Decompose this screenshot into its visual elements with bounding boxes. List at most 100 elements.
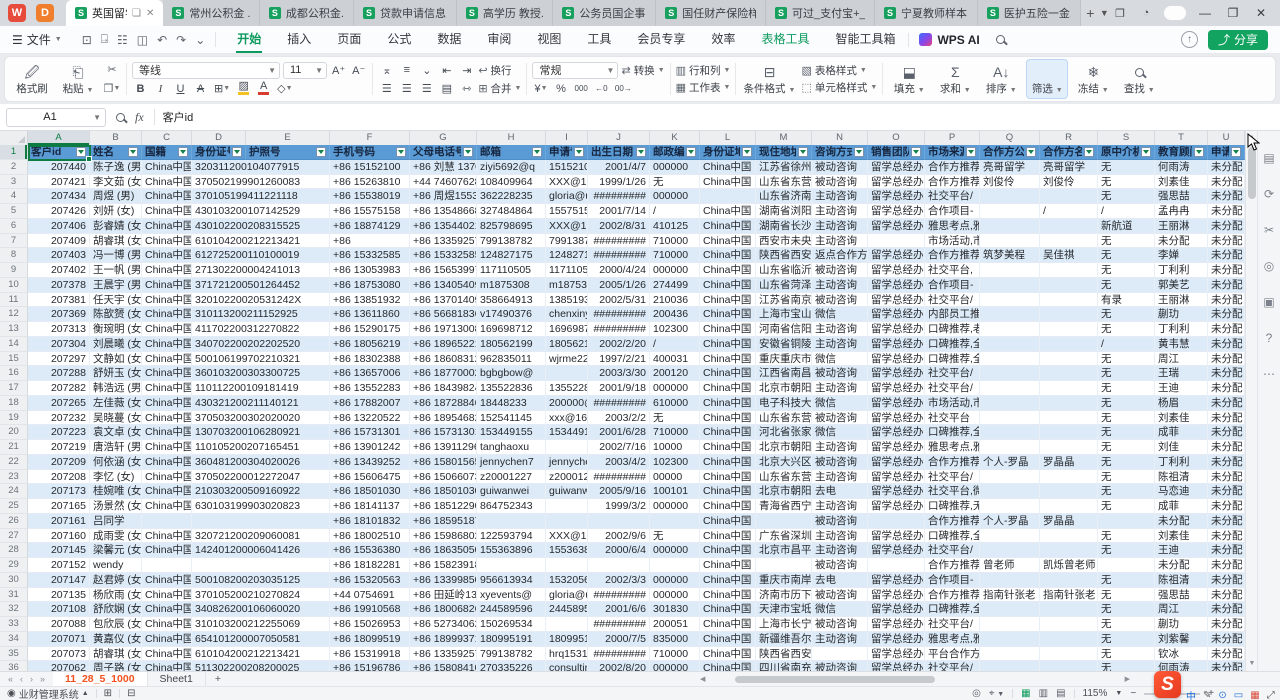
cell[interactable]: +86 1335925706 [410, 234, 477, 249]
cell[interactable]: +86 周煜155380 [410, 189, 477, 204]
eye-protect-icon[interactable]: ◎ [972, 688, 981, 699]
cell[interactable] [1040, 293, 1098, 308]
cell[interactable]: +86 1533258500 [410, 248, 477, 263]
cell[interactable]: 310103200212255069 [192, 617, 330, 632]
cell[interactable]: 何雨涛 [1155, 661, 1208, 671]
cell[interactable]: +86 1335925706 [410, 647, 477, 662]
cell[interactable]: 未分配 [1208, 278, 1245, 293]
cell[interactable]: 去电 [812, 573, 868, 588]
cell[interactable]: 包欣辰 (女 [90, 617, 142, 632]
cell[interactable] [980, 219, 1040, 234]
cell[interactable]: 未分配 [1208, 470, 1245, 485]
cell[interactable]: 2002/5/31 [588, 293, 650, 308]
cell[interactable]: China中国 [700, 366, 756, 381]
cell[interactable]: China中国 [700, 381, 756, 396]
cell[interactable]: 留学总经办 [868, 647, 925, 662]
cell[interactable]: China中国 [700, 411, 756, 426]
cell[interactable] [192, 514, 330, 529]
cell[interactable]: 亮哥留学 [980, 160, 1040, 175]
cell[interactable]: +86 1850103098 [410, 484, 477, 499]
cell[interactable] [868, 514, 925, 529]
cell[interactable]: 155363896 [546, 543, 588, 558]
cell[interactable]: 无 [1098, 440, 1155, 455]
header-cell[interactable]: 父母电话号码 [410, 145, 477, 160]
cell[interactable]: +86 15196786 [330, 661, 410, 671]
menu-tab-效率[interactable]: 效率 [698, 26, 748, 54]
cell[interactable]: 主动咨询 [812, 234, 868, 249]
cell[interactable]: 825798695 [477, 219, 546, 234]
cell[interactable]: 未分配 [1208, 381, 1245, 396]
header-cell[interactable]: 邮箱 [477, 145, 546, 160]
cell[interactable]: 黄韦慧 [1155, 337, 1208, 352]
cell[interactable]: China中国 [142, 248, 192, 263]
cell[interactable]: 102300 [650, 455, 700, 470]
currency-button[interactable]: ¥▼ [532, 81, 549, 97]
cell[interactable]: 340702200202202520 [192, 337, 330, 352]
cell[interactable]: 2002/2/20 [588, 337, 650, 352]
cell[interactable]: China中国 [700, 455, 756, 470]
rows-columns-button[interactable]: ▥ 行和列▼ [676, 63, 731, 78]
cell[interactable]: 微信 [812, 352, 868, 367]
menu-tab-插入[interactable]: 插入 [274, 26, 324, 54]
cell[interactable]: 400031 [650, 352, 700, 367]
cell[interactable]: 无 [1098, 396, 1155, 411]
cell[interactable]: China中国 [142, 602, 192, 617]
wps-logo[interactable]: W [8, 4, 26, 22]
cell[interactable]: 留学总经办 [868, 204, 925, 219]
row-number[interactable]: 3 [0, 175, 28, 190]
cell[interactable]: 未分配 [1208, 204, 1245, 219]
cell[interactable]: 207265 [28, 396, 90, 411]
cell[interactable] [980, 484, 1040, 499]
cell[interactable]: +86 13552283 [330, 381, 410, 396]
cell[interactable]: 被动咨询 [812, 366, 868, 381]
cell[interactable]: 未分配 [1208, 248, 1245, 263]
cell[interactable]: 周江 [1155, 602, 1208, 617]
cell[interactable]: 成菲 [1155, 499, 1208, 514]
cell[interactable]: 未分配 [1208, 647, 1245, 662]
cell[interactable]: 2002/3/3 [588, 573, 650, 588]
cell[interactable] [1040, 425, 1098, 440]
worksheet-button[interactable]: ▦ 工作表▼ [676, 80, 731, 95]
row-number[interactable]: 26 [0, 514, 28, 529]
cell[interactable]: 1999/1/26 [588, 175, 650, 190]
cell[interactable]: 罗晶晶 [1040, 514, 1098, 529]
cell[interactable]: 340826200106060020 [192, 602, 330, 617]
cell[interactable]: 207223 [28, 425, 90, 440]
cell[interactable]: 000000 [650, 263, 700, 278]
cell[interactable]: 180562199 [477, 337, 546, 352]
cell[interactable]: China中国 [142, 661, 192, 671]
page-view-icon[interactable]: ▥ [1039, 688, 1048, 699]
cell[interactable]: 169698712 [546, 322, 588, 337]
cell[interactable]: +86 15606475 [330, 470, 410, 485]
cell[interactable]: China中国 [142, 381, 192, 396]
distribute-button[interactable]: ⇿ [458, 80, 475, 96]
cell[interactable]: XXX@163.c [546, 175, 588, 190]
row-number[interactable]: 31 [0, 588, 28, 603]
fill-button[interactable]: ⬓填充 ▼ [888, 59, 930, 99]
save-icon[interactable]: ⊡ [82, 33, 92, 47]
cell[interactable] [980, 573, 1040, 588]
cell[interactable]: 207209 [28, 455, 90, 470]
cell[interactable]: 孟冉冉 [1155, 204, 1208, 219]
cell[interactable]: 微信 [812, 425, 868, 440]
cell[interactable]: 未分配 [1208, 352, 1245, 367]
cell[interactable]: 罗晶晶 [1040, 455, 1098, 470]
cell[interactable]: 刘妍 (女) [90, 204, 142, 219]
cell[interactable]: 32010220020531242X [192, 293, 330, 308]
cell[interactable]: z20001227 [477, 470, 546, 485]
font-size-select[interactable]: 11▼ [283, 62, 327, 79]
cell[interactable]: 个人-罗晶 [980, 514, 1040, 529]
cell[interactable]: 362228235 [477, 189, 546, 204]
cell[interactable]: 无 [1098, 573, 1155, 588]
filter-dropdown-icon[interactable] [854, 147, 864, 157]
number-format-select[interactable]: 常规▼ [532, 62, 618, 79]
cell[interactable]: +86 1800682663 [410, 602, 477, 617]
cell[interactable]: 口碑推荐,全 [925, 352, 980, 367]
cell[interactable]: 612725200110100019 [192, 248, 330, 263]
cell[interactable] [1040, 307, 1098, 322]
export-icon[interactable]: ⍈ [101, 32, 108, 47]
cell[interactable]: / [1098, 204, 1155, 219]
cell[interactable] [1040, 219, 1098, 234]
cell[interactable] [980, 204, 1040, 219]
cell[interactable]: China中国 [142, 175, 192, 190]
